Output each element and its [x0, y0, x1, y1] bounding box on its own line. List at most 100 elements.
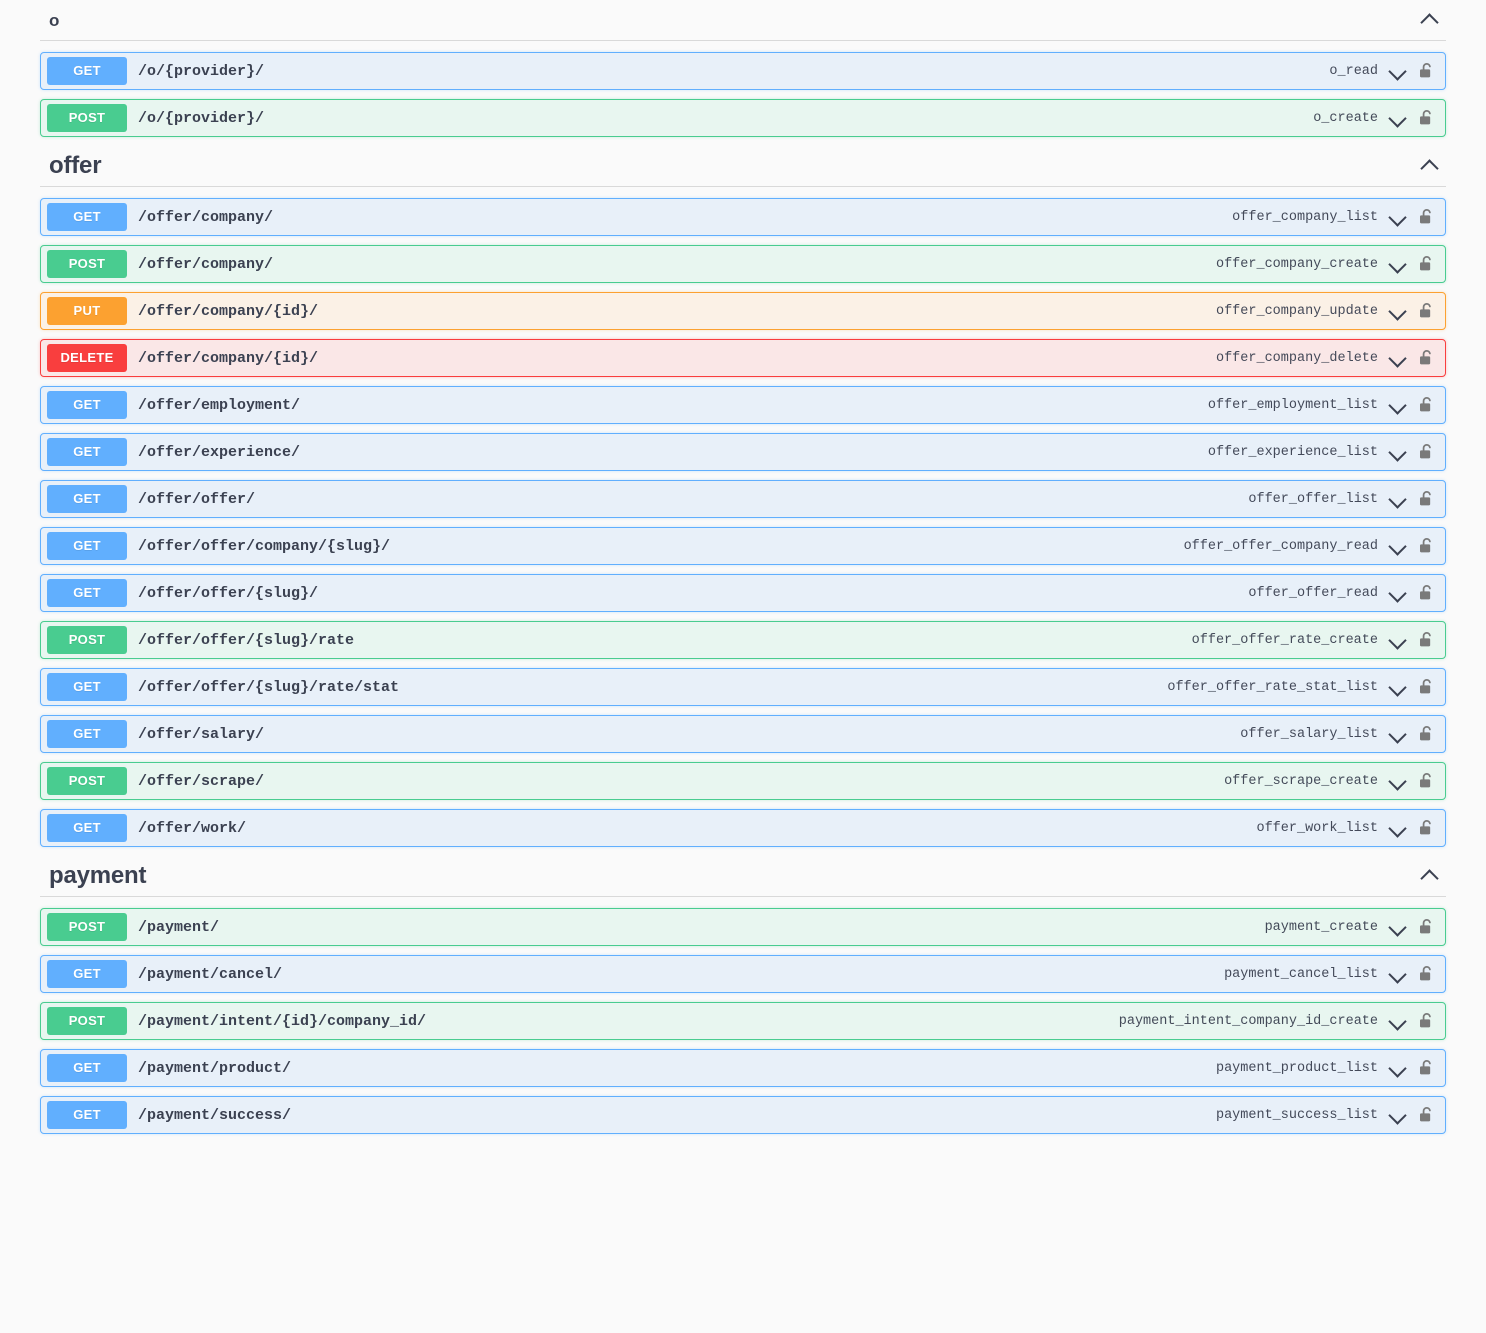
tag-header-offer[interactable]: offer	[40, 146, 1446, 187]
unlocked-padlock-icon[interactable]	[1418, 917, 1435, 937]
chevron-down-icon[interactable]	[1386, 581, 1410, 605]
operation-id: payment_success_list	[1215, 1107, 1378, 1123]
operation-path: /offer/offer/{slug}/rate	[138, 631, 355, 649]
unlocked-padlock-icon[interactable]	[1418, 771, 1435, 791]
operation-row[interactable]: POST/payment/payment_create	[40, 908, 1446, 946]
unlocked-padlock-icon[interactable]	[1418, 1058, 1435, 1078]
unlocked-padlock-icon[interactable]	[1418, 348, 1435, 368]
unlocked-padlock-icon[interactable]	[1418, 536, 1435, 556]
chevron-down-icon[interactable]	[1386, 59, 1410, 83]
operation-row[interactable]: PUT/offer/company/{id}/ offer_company_upd…	[40, 292, 1446, 330]
operation-row[interactable]: GET/offer/employment/offer_employment_li…	[40, 386, 1446, 424]
chevron-down-icon[interactable]	[1386, 675, 1410, 699]
http-method-badge: GET	[47, 673, 127, 701]
operation-id: offer_experience_list	[1207, 444, 1378, 460]
operation-row[interactable]: POST/offer/company/offer_company_create	[40, 245, 1446, 283]
operation-row[interactable]: GET/o/{provider}/ o_read	[40, 52, 1446, 90]
chevron-down-icon[interactable]	[1386, 346, 1410, 370]
chevron-up-icon[interactable]	[1420, 155, 1442, 177]
operation-path: /offer/offer/	[138, 490, 256, 508]
unlocked-padlock-icon[interactable]	[1418, 677, 1435, 697]
operation-row[interactable]: GET/offer/company/offer_company_list	[40, 198, 1446, 236]
operation-row[interactable]: DELETE/offer/company/{id}/ offer_company_…	[40, 339, 1446, 377]
unlocked-padlock-icon[interactable]	[1418, 1105, 1435, 1125]
http-method-badge: GET	[47, 438, 127, 466]
unlocked-padlock-icon[interactable]	[1418, 61, 1435, 81]
chevron-down-icon[interactable]	[1386, 722, 1410, 746]
http-method-badge: GET	[47, 532, 127, 560]
operation-row[interactable]: POST/payment/intent/{id}/company_id/paym…	[40, 1002, 1446, 1040]
operation-path: /offer/offer/{slug}/	[138, 584, 319, 602]
unlocked-padlock-icon[interactable]	[1418, 630, 1435, 650]
http-method-badge: DELETE	[47, 344, 127, 372]
operation-row[interactable]: GET/offer/experience/offer_experience_li…	[40, 433, 1446, 471]
chevron-down-icon[interactable]	[1386, 1103, 1410, 1127]
operation-path: /offer/company/	[138, 255, 274, 273]
http-method-badge: PUT	[47, 297, 127, 325]
chevron-down-icon[interactable]	[1386, 915, 1410, 939]
tag-title: o	[49, 10, 60, 30]
chevron-down-icon[interactable]	[1386, 299, 1410, 323]
operation-row[interactable]: GET/offer/offer/company/{slug}/ offer_off…	[40, 527, 1446, 565]
chevron-down-icon[interactable]	[1386, 393, 1410, 417]
chevron-down-icon[interactable]	[1386, 962, 1410, 986]
operation-id: offer_company_list	[1232, 209, 1378, 225]
http-method-badge: GET	[47, 203, 127, 231]
chevron-down-icon[interactable]	[1386, 816, 1410, 840]
operation-id: payment_create	[1264, 919, 1378, 935]
operation-path: /offer/company/{id}/	[138, 349, 319, 367]
unlocked-padlock-icon[interactable]	[1418, 395, 1435, 415]
operation-row[interactable]: GET/offer/work/offer_work_list	[40, 809, 1446, 847]
operation-row[interactable]: GET/payment/cancel/payment_cancel_list	[40, 955, 1446, 993]
unlocked-padlock-icon[interactable]	[1418, 1011, 1435, 1031]
operation-path: /payment/	[138, 918, 220, 936]
operation-path: /offer/salary/	[138, 725, 265, 743]
chevron-down-icon[interactable]	[1386, 534, 1410, 558]
unlocked-padlock-icon[interactable]	[1418, 207, 1435, 227]
unlocked-padlock-icon[interactable]	[1418, 301, 1435, 321]
unlocked-padlock-icon[interactable]	[1418, 489, 1435, 509]
operation-path: /offer/employment/	[138, 396, 301, 414]
chevron-down-icon[interactable]	[1386, 1009, 1410, 1033]
unlocked-padlock-icon[interactable]	[1418, 254, 1435, 274]
chevron-up-icon[interactable]	[1420, 9, 1442, 31]
tag-header-row: o	[49, 0, 1442, 40]
operation-row[interactable]: GET/payment/success/payment_success_list	[40, 1096, 1446, 1134]
operation-row[interactable]: POST/o/{provider}/ o_create	[40, 99, 1446, 137]
chevron-down-icon[interactable]	[1386, 252, 1410, 276]
operation-row[interactable]: GET/offer/offer/{slug}/rate/stat offer_of…	[40, 668, 1446, 706]
operation-row[interactable]: GET/offer/offer/{slug}/ offer_offer_read	[40, 574, 1446, 612]
operation-row[interactable]: POST/offer/scrape/offer_scrape_create	[40, 762, 1446, 800]
chevron-down-icon[interactable]	[1386, 1056, 1410, 1080]
http-method-badge: GET	[47, 579, 127, 607]
operation-row[interactable]: POST/offer/offer/{slug}/rate offer_offer_…	[40, 621, 1446, 659]
tag-header-row: payment	[49, 856, 1442, 896]
chevron-down-icon[interactable]	[1386, 106, 1410, 130]
http-method-badge: POST	[47, 104, 127, 132]
operation-path: /offer/offer/company/{slug}/	[138, 537, 391, 555]
tag-header-payment[interactable]: payment	[40, 856, 1446, 897]
operation-row[interactable]: GET/offer/salary/offer_salary_list	[40, 715, 1446, 753]
operation-id: payment_product_list	[1215, 1060, 1378, 1076]
operation-id: offer_offer_rate_stat_list	[1167, 679, 1378, 695]
unlocked-padlock-icon[interactable]	[1418, 818, 1435, 838]
tag-header-o[interactable]: o	[40, 0, 1446, 41]
operation-path: /offer/work/	[138, 819, 247, 837]
chevron-down-icon[interactable]	[1386, 628, 1410, 652]
operation-id: payment_intent_company_id_create	[1118, 1013, 1378, 1029]
operation-id: o_read	[1329, 63, 1378, 79]
http-method-badge: POST	[47, 767, 127, 795]
unlocked-padlock-icon[interactable]	[1418, 724, 1435, 744]
chevron-down-icon[interactable]	[1386, 205, 1410, 229]
chevron-up-icon[interactable]	[1420, 865, 1442, 887]
operation-row[interactable]: GET/payment/product/payment_product_list	[40, 1049, 1446, 1087]
unlocked-padlock-icon[interactable]	[1418, 583, 1435, 603]
unlocked-padlock-icon[interactable]	[1418, 108, 1435, 128]
unlocked-padlock-icon[interactable]	[1418, 964, 1435, 984]
operation-row[interactable]: GET/offer/offer/offer_offer_list	[40, 480, 1446, 518]
chevron-down-icon[interactable]	[1386, 769, 1410, 793]
tag-title: offer	[49, 152, 102, 179]
chevron-down-icon[interactable]	[1386, 440, 1410, 464]
chevron-down-icon[interactable]	[1386, 487, 1410, 511]
unlocked-padlock-icon[interactable]	[1418, 442, 1435, 462]
